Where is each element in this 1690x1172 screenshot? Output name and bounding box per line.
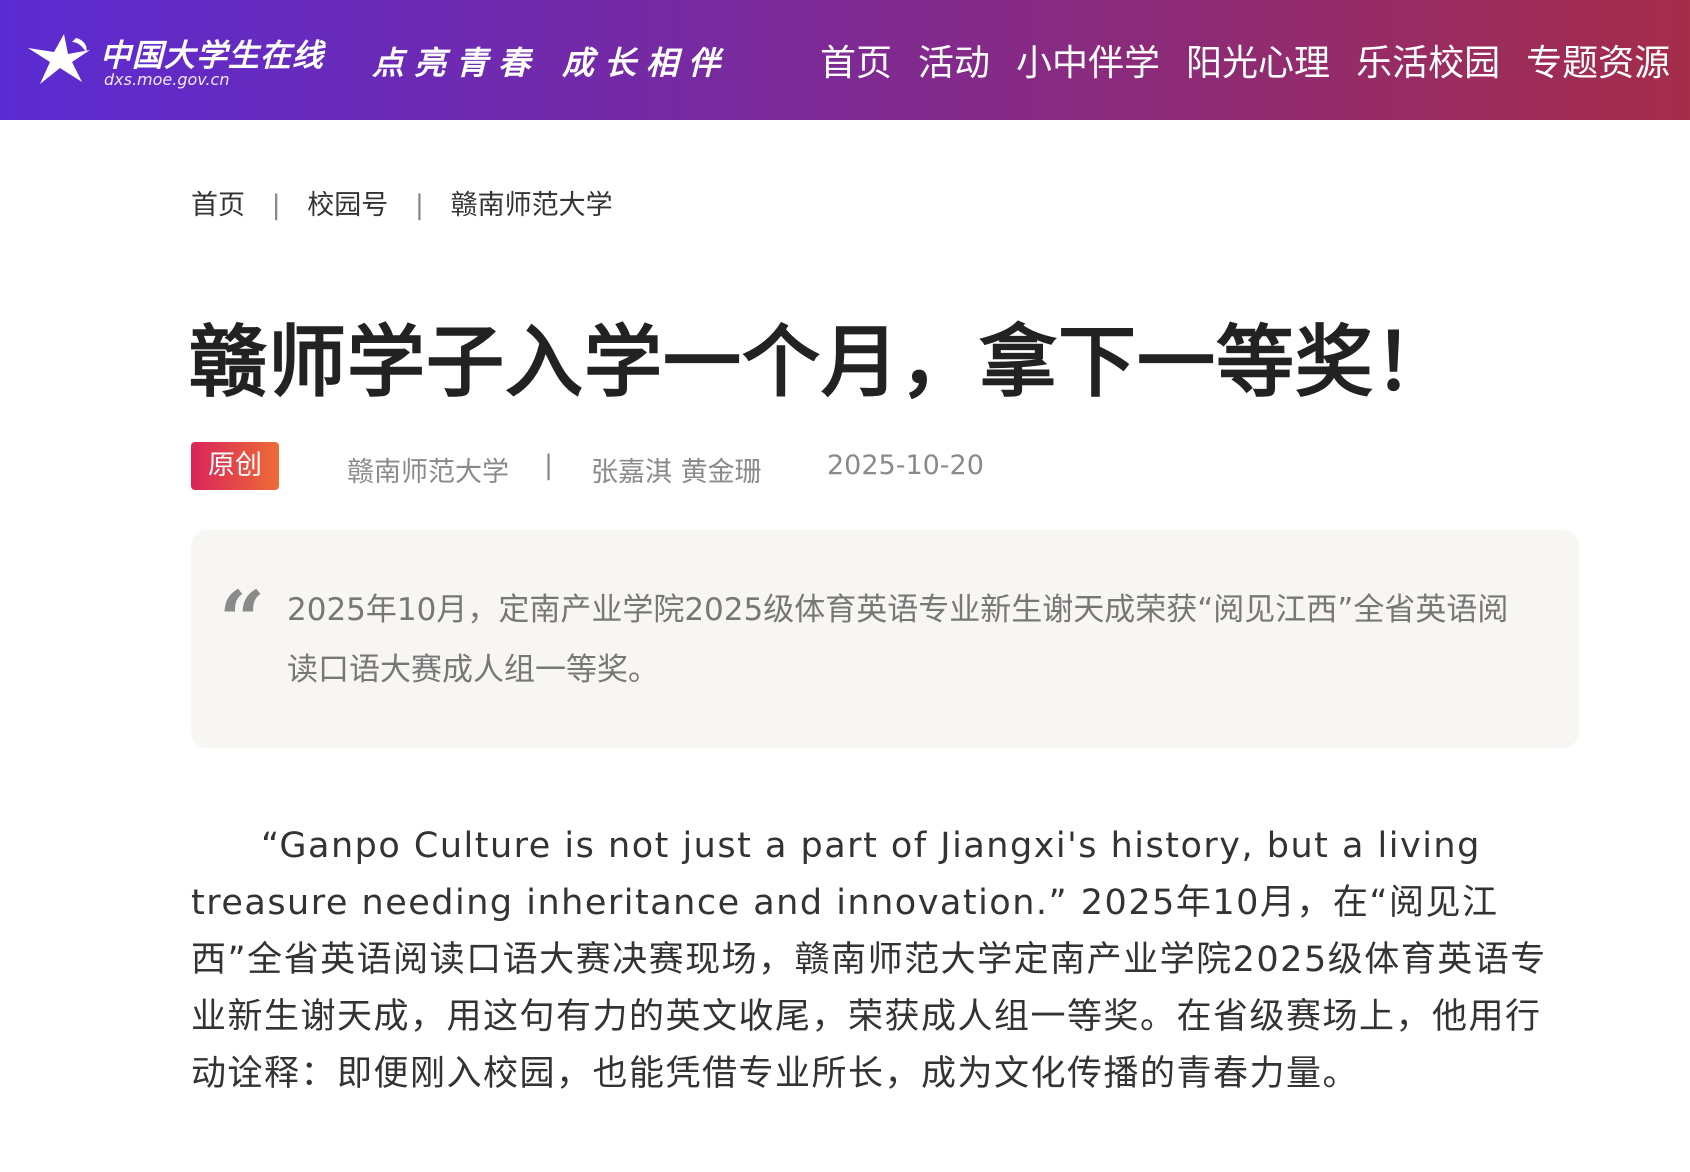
article-date: 2025-10-20 — [827, 450, 984, 481]
nav-mental-health[interactable]: 阳光心理 — [1186, 34, 1330, 86]
article-summary: 2025年10月，定南产业学院2025级体育英语专业新生谢天成荣获“阅见江西”全… — [287, 592, 1509, 688]
breadcrumb-campus-account[interactable]: 校园号 — [307, 190, 388, 221]
slogan-first: 点亮青春 — [372, 44, 541, 82]
article-authors: 张嘉淇 黄金珊 — [591, 457, 762, 488]
breadcrumb-separator: | — [414, 190, 424, 221]
article-summary-box: “ 2025年10月，定南产业学院2025级体育英语专业新生谢天成荣获“阅见江西… — [191, 530, 1579, 748]
logo-cn-text: 中国大学生在线 — [100, 38, 324, 74]
nav-companion-learning[interactable]: 小中伴学 — [1016, 34, 1160, 86]
quote-mark-icon: “ — [219, 573, 266, 667]
site-header: 中国大学生在线 dxs.moe.gov.cn 点亮青春 成长相伴 首页 活动 小… — [0, 0, 1690, 120]
article-meta: 原创 赣南师范大学 | 张嘉淇 黄金珊 2025-10-20 — [191, 442, 1491, 490]
article-title: 赣师学子入学一个月，拿下一等奖！ — [189, 318, 1454, 408]
breadcrumb: 首页 | 校园号 | 赣南师范大学 — [191, 183, 613, 222]
original-badge: 原创 — [191, 442, 279, 490]
article-body-paragraph: “Ganpo Culture is not just a part of Jia… — [191, 826, 1547, 1094]
main-nav: 首页 活动 小中伴学 阳光心理 乐活校园 专题资源 — [820, 34, 1670, 86]
slogan-second: 成长相伴 — [562, 44, 731, 82]
nav-activities[interactable]: 活动 — [918, 34, 990, 86]
article-source: 赣南师范大学 — [347, 457, 509, 488]
nav-campus-life[interactable]: 乐活校园 — [1356, 34, 1500, 86]
breadcrumb-school[interactable]: 赣南师范大学 — [451, 190, 613, 221]
nav-topic-resources[interactable]: 专题资源 — [1526, 34, 1670, 86]
breadcrumb-home[interactable]: 首页 — [191, 190, 245, 221]
star-logo-icon — [28, 34, 90, 84]
site-logo[interactable]: 中国大学生在线 dxs.moe.gov.cn — [24, 26, 344, 90]
breadcrumb-separator: | — [271, 190, 281, 221]
nav-home[interactable]: 首页 — [820, 34, 892, 86]
logo-url-text: dxs.moe.gov.cn — [104, 70, 230, 89]
meta-separator: | — [544, 450, 554, 481]
